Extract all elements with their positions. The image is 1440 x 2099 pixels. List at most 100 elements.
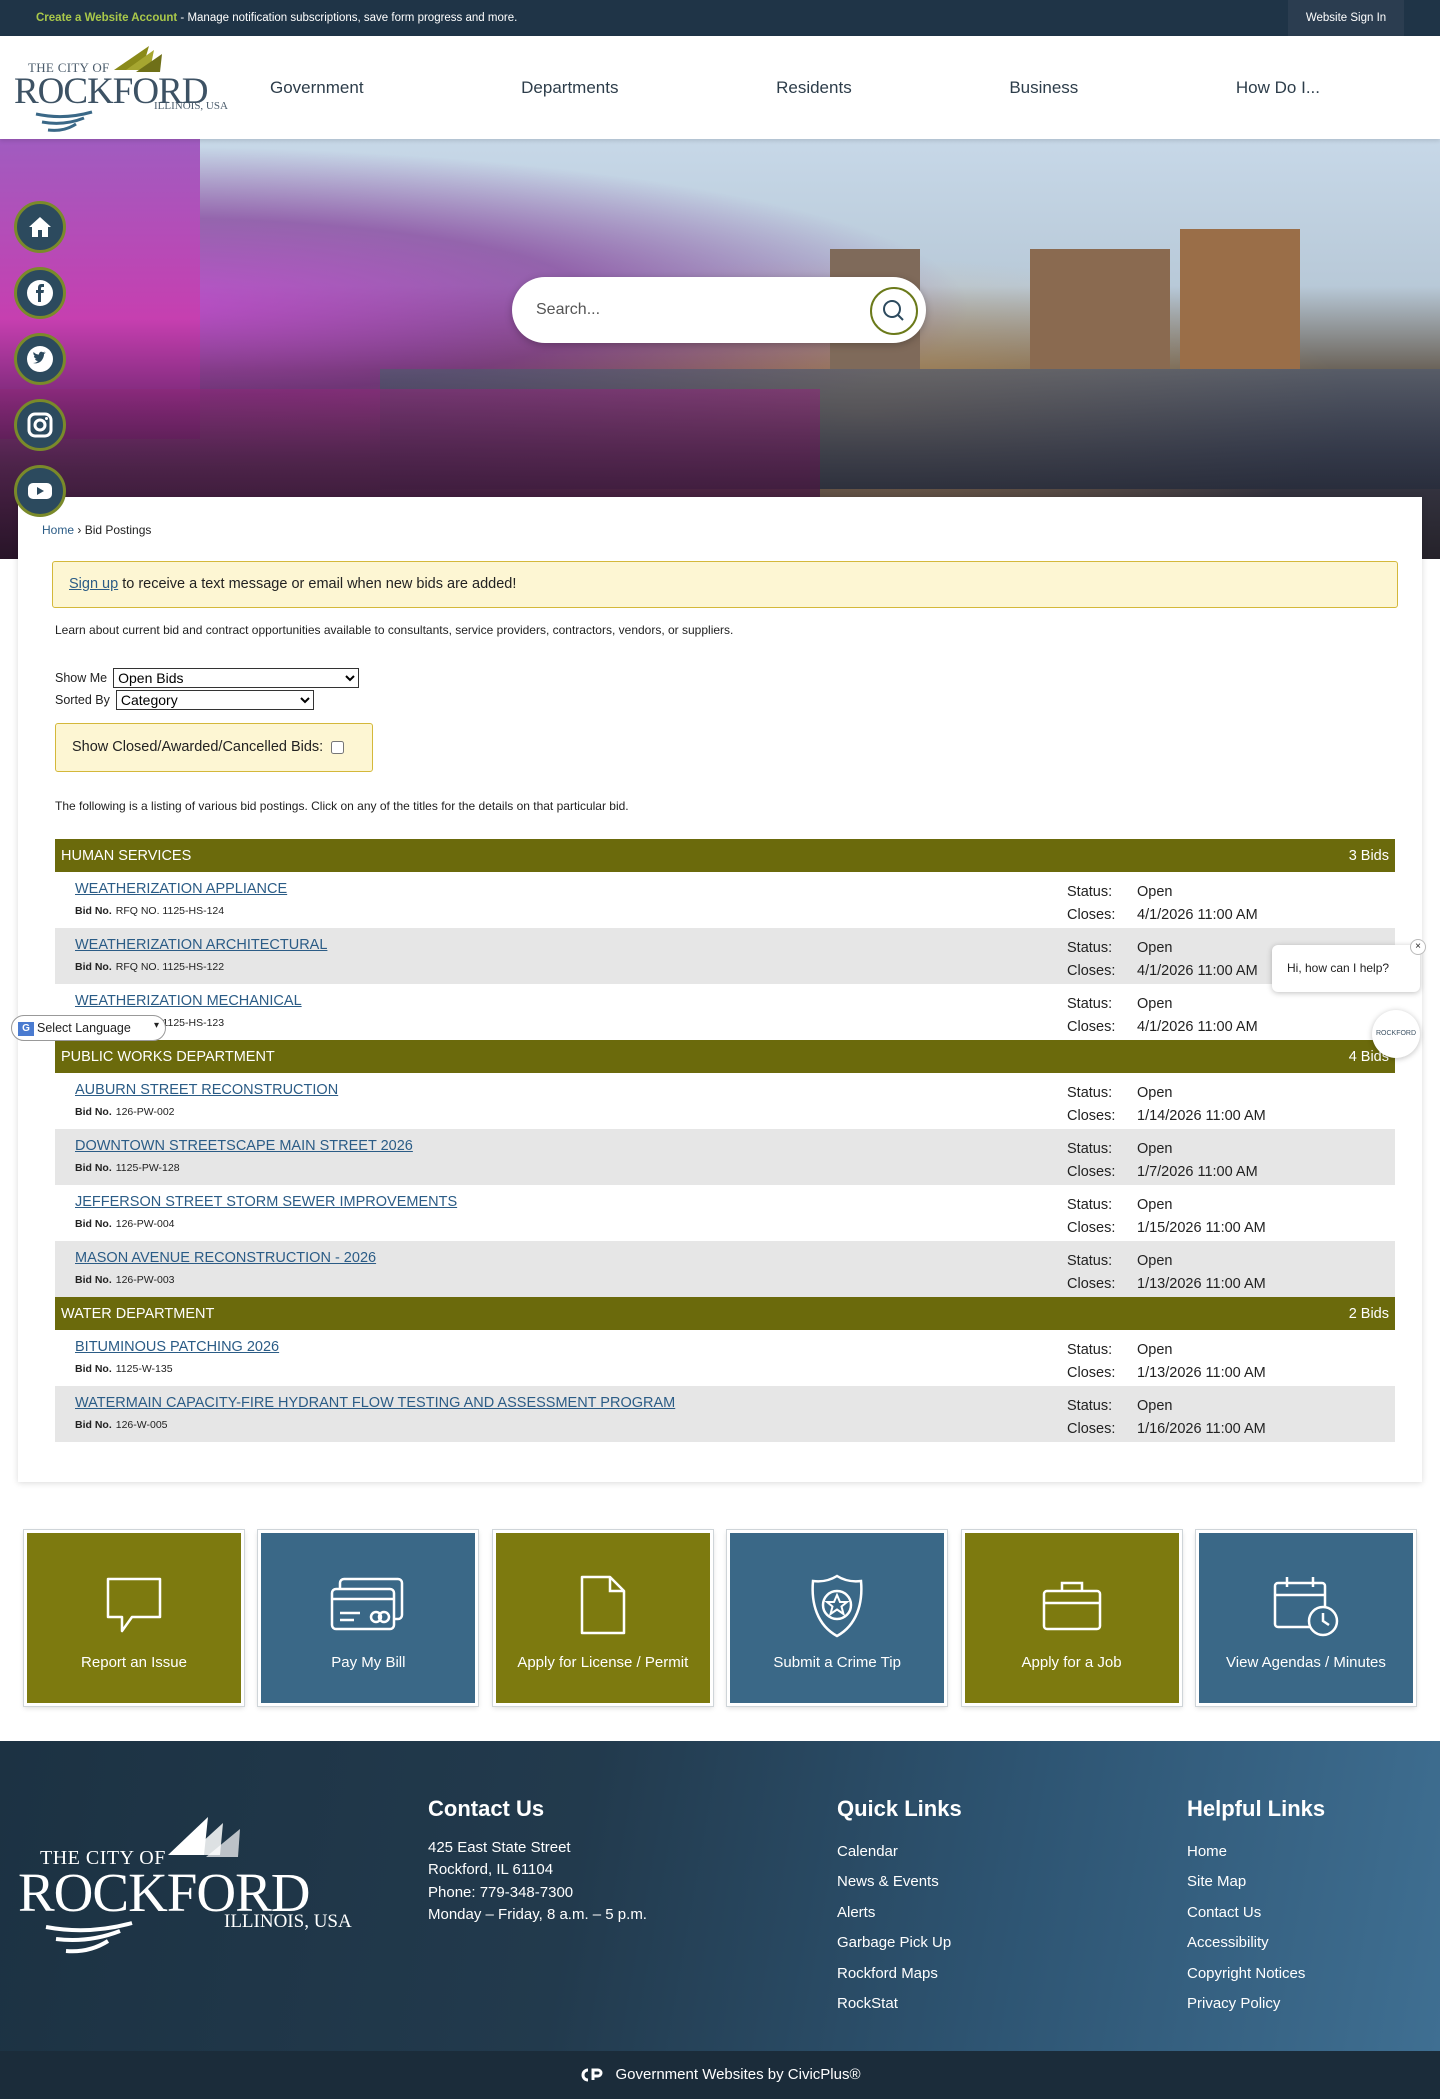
- search-input[interactable]: [536, 295, 856, 325]
- footer-link[interactable]: Privacy Policy: [1187, 1989, 1325, 2020]
- status-value: Open: [1137, 1253, 1173, 1269]
- calendar-clock-icon: [1273, 1577, 1339, 1637]
- bid-number: Bid No. 126-PW-002: [75, 1106, 175, 1118]
- status-value: Open: [1137, 996, 1173, 1012]
- status-label: Status:: [1067, 940, 1113, 956]
- footer-link[interactable]: Calendar: [837, 1837, 962, 1868]
- bid-no-label: Bid No.: [75, 961, 112, 973]
- bid-title-link[interactable]: WEATHERIZATION ARCHITECTURAL: [75, 937, 327, 953]
- city-logo[interactable]: THE CITY OF ROCKFORD ILLINOIS, USA: [14, 40, 228, 132]
- twitter-link[interactable]: [14, 333, 66, 385]
- tile-pay-bill[interactable]: Pay My Bill: [257, 1529, 480, 1707]
- youtube-link[interactable]: [14, 465, 66, 517]
- closes-value: 1/16/2026 11:00 AM: [1137, 1421, 1266, 1437]
- nav-residents[interactable]: Residents: [736, 78, 892, 98]
- category-name: PUBLIC WORKS DEPARTMENT: [61, 1048, 275, 1065]
- status-label: Status:: [1067, 1398, 1113, 1414]
- language-select-label: Select Language: [37, 1021, 131, 1035]
- chat-close-button[interactable]: ×: [1410, 939, 1426, 955]
- tile-agendas-minutes[interactable]: View Agendas / Minutes: [1194, 1529, 1417, 1707]
- bid-no-value: 126-PW-003: [115, 1274, 175, 1286]
- search-button[interactable]: [870, 287, 918, 335]
- hero-building: [1180, 229, 1300, 369]
- tile-crime-tip[interactable]: Submit a Crime Tip: [726, 1529, 949, 1707]
- bid-title-link[interactable]: WEATHERIZATION APPLIANCE: [75, 881, 287, 897]
- nav-government[interactable]: Government: [230, 78, 404, 98]
- footer-link[interactable]: Garbage Pick Up: [837, 1928, 962, 1959]
- tile-license-permit[interactable]: Apply for License / Permit: [491, 1529, 714, 1707]
- document-icon: [580, 1575, 626, 1635]
- bid-title-link[interactable]: JEFFERSON STREET STORM SEWER IMPROVEMENT…: [75, 1194, 457, 1210]
- bid-number: Bid No. 126-PW-003: [75, 1274, 175, 1286]
- bid-no-label: Bid No.: [75, 905, 112, 917]
- footer-hours: Monday – Friday, 8 a.m. – 5 p.m.: [428, 1906, 647, 1923]
- youtube-icon: [28, 483, 52, 499]
- show-closed-checkbox[interactable]: [331, 740, 345, 754]
- bid-no-value: 126-PW-002: [115, 1106, 175, 1118]
- closes-value: 1/13/2026 11:00 AM: [1137, 1365, 1266, 1381]
- language-select[interactable]: G Select Language ▾: [11, 1015, 166, 1041]
- footer-contact: Contact Us 425 East State Street Rockfor…: [428, 1797, 647, 1927]
- footer-link[interactable]: News & Events: [837, 1867, 962, 1898]
- bid-no-label: Bid No.: [75, 1162, 112, 1174]
- footer-link[interactable]: Copyright Notices: [1187, 1959, 1325, 1990]
- tile-label: View Agendas / Minutes: [1226, 1654, 1386, 1671]
- category-count: 3 Bids: [1348, 847, 1389, 864]
- footer-link[interactable]: Contact Us: [1187, 1898, 1325, 1929]
- bid-title-link[interactable]: WATERMAIN CAPACITY-FIRE HYDRANT FLOW TES…: [75, 1395, 675, 1411]
- sorted-by-select[interactable]: Category: [115, 690, 314, 710]
- bid-status: Status: Open Closes: 1/15/2026 11:00 AM: [1067, 1194, 1266, 1240]
- credit-card-icon: [331, 1577, 404, 1631]
- nav-how-do-i[interactable]: How Do I...: [1196, 78, 1360, 98]
- quick-tiles: Report an Issue Pay My Bill Apply for Li…: [23, 1529, 1417, 1707]
- bid-title-link[interactable]: WEATHERIZATION MECHANICAL: [75, 993, 302, 1009]
- bid-title-link[interactable]: MASON AVENUE RECONSTRUCTION - 2026: [75, 1250, 376, 1266]
- tile-report-issue[interactable]: Report an Issue: [23, 1529, 245, 1707]
- bid-title-link[interactable]: BITUMINOUS PATCHING 2026: [75, 1339, 279, 1355]
- bid-number: Bid No. RFQ NO. 1125-HS-122: [75, 961, 224, 973]
- bid-status: Status: Open Closes: 1/13/2026 11:00 AM: [1067, 1339, 1266, 1385]
- nav-business[interactable]: Business: [969, 78, 1118, 98]
- site-search: [512, 277, 926, 343]
- bid-title-link[interactable]: AUBURN STREET RECONSTRUCTION: [75, 1082, 338, 1098]
- footer-link[interactable]: Rockford Maps: [837, 1959, 962, 1990]
- footer-link[interactable]: RockStat: [837, 1989, 962, 2020]
- hero-building: [1030, 249, 1170, 369]
- bid-number: Bid No. 1125-PW-128: [75, 1162, 180, 1174]
- create-account-link[interactable]: Create a Website Account: [36, 12, 177, 24]
- speech-bubble-icon: [106, 1577, 162, 1633]
- status-label: Status:: [1067, 884, 1113, 900]
- closes-label: Closes:: [1067, 1276, 1116, 1292]
- bid-no-label: Bid No.: [75, 1218, 112, 1230]
- logo-swoosh-icon: [35, 110, 93, 132]
- bid-no-value: 126-W-005: [115, 1419, 168, 1431]
- status-value: Open: [1137, 1141, 1173, 1157]
- briefcase-icon: [1042, 1581, 1101, 1631]
- bid-status: Status: Open Closes: 1/13/2026 11:00 AM: [1067, 1250, 1266, 1296]
- chatbot-label: ROCKFORD: [1375, 1030, 1417, 1037]
- website-sign-in-button[interactable]: Website Sign In: [1288, 0, 1404, 36]
- nav-departments[interactable]: Departments: [481, 78, 658, 98]
- bid-number: Bid No. RFQ NO. 1125-HS-124: [75, 905, 224, 917]
- footer-phone: Phone: 779-348-7300: [428, 1883, 574, 1901]
- footer-link[interactable]: Home: [1187, 1837, 1325, 1868]
- bid-title-link[interactable]: DOWNTOWN STREETSCAPE MAIN STREET 2026: [75, 1138, 413, 1154]
- tile-apply-job[interactable]: Apply for a Job: [960, 1529, 1183, 1707]
- footer-link[interactable]: Alerts: [837, 1898, 962, 1929]
- bid-row: DOWNTOWN STREETSCAPE MAIN STREET 2026 Bi…: [55, 1129, 1395, 1185]
- closes-label: Closes:: [1067, 1220, 1116, 1236]
- show-me-select[interactable]: Open Bids: [113, 668, 360, 688]
- civicplus-credit-link[interactable]: Government Websites by CivicPlus®: [615, 2066, 860, 2083]
- chat-prompt[interactable]: Hi, how can I help? ×: [1272, 939, 1426, 992]
- closes-value: 1/14/2026 11:00 AM: [1137, 1108, 1266, 1124]
- signup-link[interactable]: Sign up: [69, 576, 118, 592]
- chatbot-launcher[interactable]: ROCKFORD: [1372, 1010, 1420, 1058]
- facebook-link[interactable]: [14, 267, 66, 319]
- home-link[interactable]: [14, 201, 66, 253]
- footer-link[interactable]: Site Map: [1187, 1867, 1325, 1898]
- footer-logo[interactable]: THE CITY OF ROCKFORD ILLINOIS, USA: [18, 1811, 352, 1961]
- closes-label: Closes:: [1067, 1365, 1116, 1381]
- breadcrumb-separator: ›: [74, 523, 85, 537]
- instagram-link[interactable]: [14, 399, 66, 451]
- footer-link[interactable]: Accessibility: [1187, 1928, 1325, 1959]
